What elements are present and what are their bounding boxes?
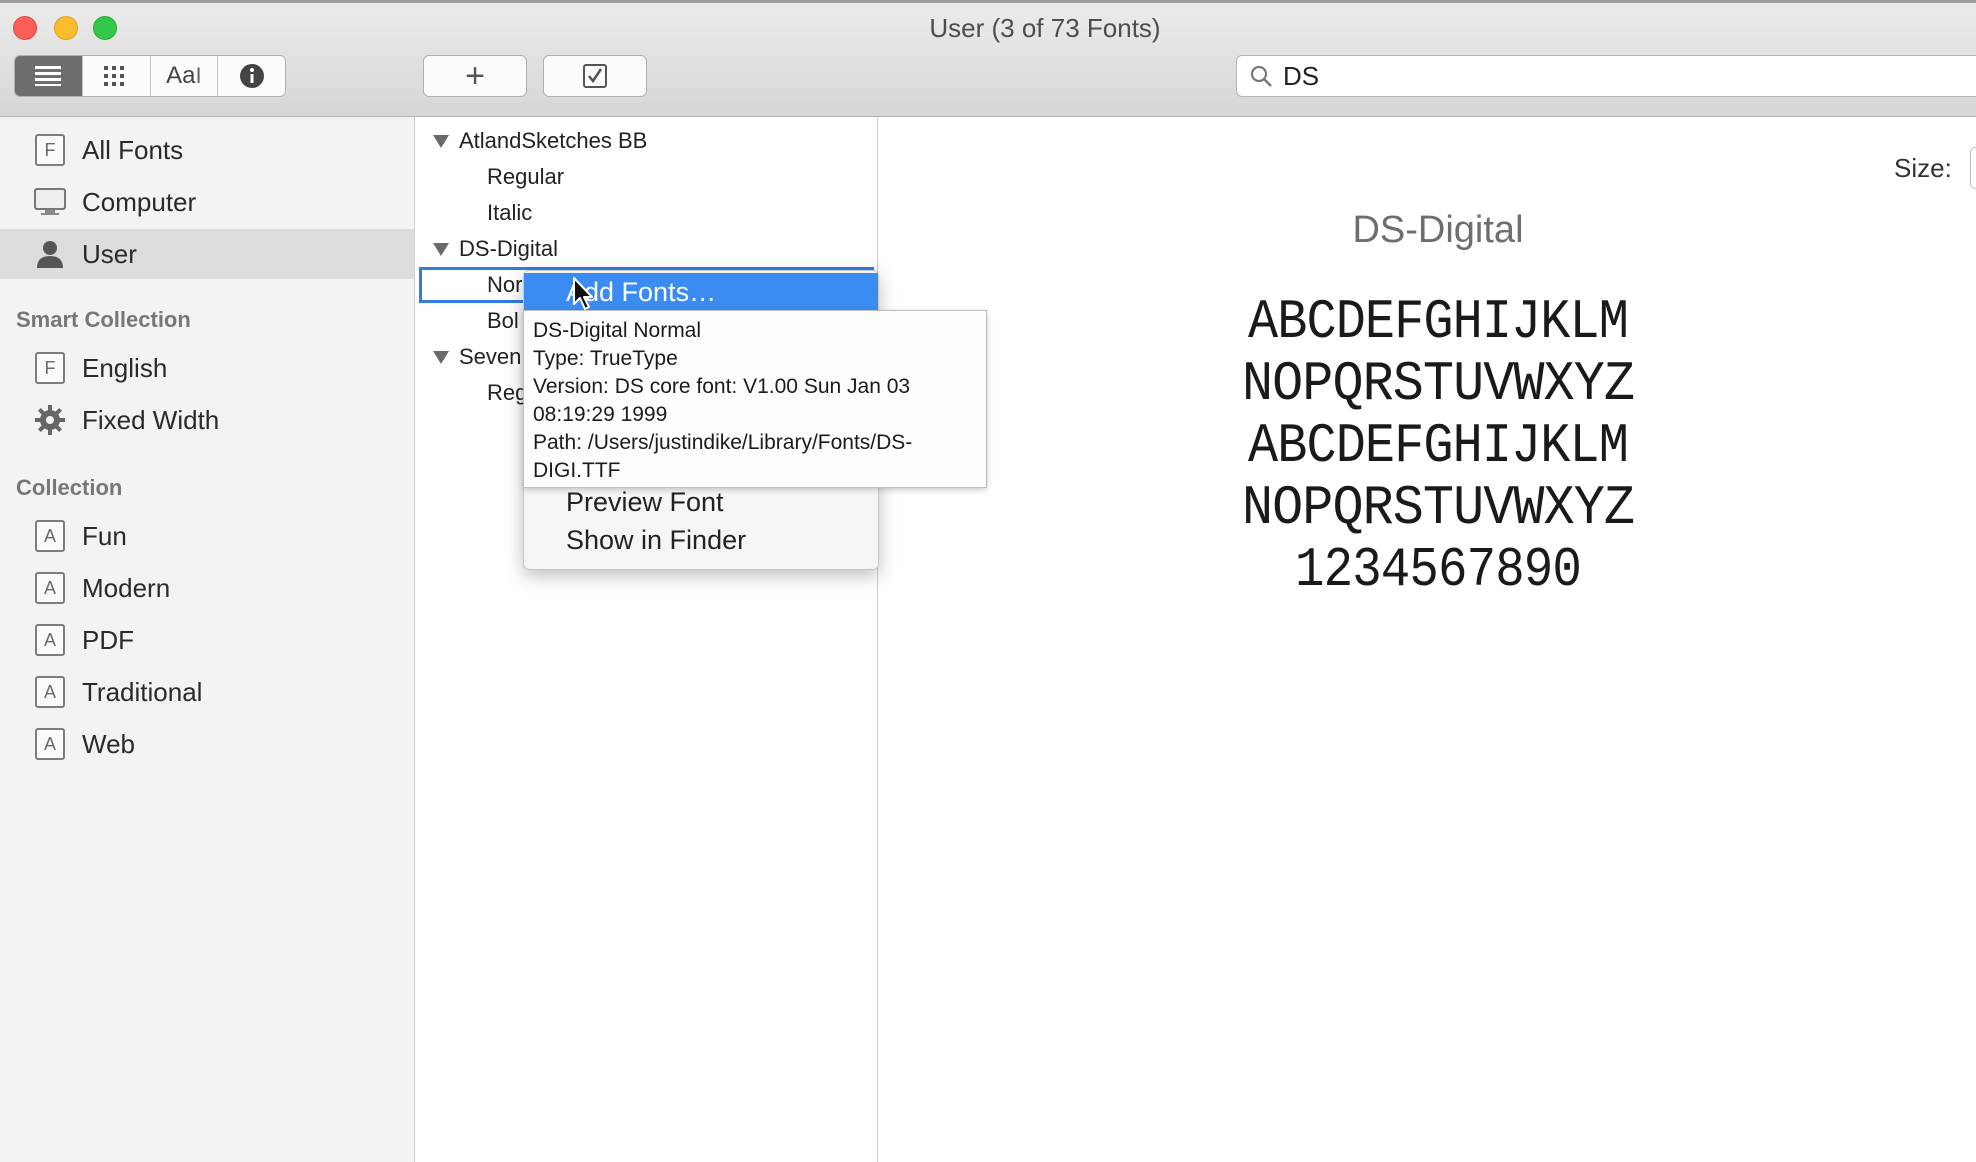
sidebar-item-label: PDF xyxy=(82,624,134,655)
sidebar-item-user[interactable]: User xyxy=(0,229,414,279)
font-style-name: Italic xyxy=(487,200,533,225)
tooltip-line: 08:19:29 1999 xyxy=(533,403,668,426)
window-top-edge xyxy=(0,0,1976,3)
sidebar-item-pdf[interactable]: A PDF xyxy=(0,615,414,665)
add-fonts-button[interactable]: + xyxy=(423,55,527,97)
sidebar-item-label: English xyxy=(82,352,168,383)
smart-collection-header: Smart Collection xyxy=(16,307,191,332)
plus-icon: + xyxy=(465,56,485,95)
sidebar-item-fixed-width[interactable]: Fixed Width xyxy=(0,395,414,445)
view-mode-segmented-control: Aa I xyxy=(14,55,286,97)
sidebar-item-label: Traditional xyxy=(82,676,203,707)
mouse-cursor-icon xyxy=(573,277,593,310)
collection-icon: A xyxy=(34,676,66,708)
preview-sample-glyphs: ABCDEFGHIJKLM NOPQRSTUVWXYZ ABCDEFGHIJKL… xyxy=(1242,290,1635,602)
sidebar-item-label: All Fonts xyxy=(82,134,184,165)
menu-item-show-in-finder[interactable]: Show in Finder xyxy=(524,521,878,559)
disclosure-triangle-icon[interactable] xyxy=(433,242,449,256)
sidebar: F All Fonts Computer User Smart Collecti… xyxy=(0,117,415,1162)
tooltip-line: Version: DS core font: V1.00 Sun Jan 03 xyxy=(533,375,911,398)
font-family-name: Seven xyxy=(459,344,522,369)
info-view-button[interactable] xyxy=(218,56,285,96)
sample-line: NOPQRSTUVWXYZ xyxy=(1242,352,1634,416)
tooltip-line: DS-Digital Normal xyxy=(533,319,702,342)
sample-line: NOPQRSTUVWXYZ xyxy=(1242,476,1634,540)
sidebar-item-computer[interactable]: Computer xyxy=(0,177,414,227)
preview-font-name: DS-Digital xyxy=(1352,209,1524,251)
collection-header: Collection xyxy=(16,475,123,500)
info-icon xyxy=(239,64,264,88)
tooltip-line: Path: /Users/justindike/Library/Fonts/DS… xyxy=(533,431,913,454)
collection-icon: A xyxy=(34,572,66,604)
computer-icon xyxy=(34,186,66,218)
sidebar-item-modern[interactable]: A Modern xyxy=(0,563,414,613)
sidebar-item-label: Computer xyxy=(82,186,197,217)
sample-line: 1234567890 xyxy=(1295,538,1581,602)
gear-icon xyxy=(34,404,66,436)
disclosure-triangle-icon[interactable] xyxy=(433,350,449,364)
collection-icon: A xyxy=(34,520,66,552)
text-cursor-icon: I xyxy=(195,63,202,88)
tooltip-line: DIGI.TTF xyxy=(533,459,621,482)
sidebar-item-web[interactable]: A Web xyxy=(0,719,414,769)
font-family-row[interactable]: DS-Digital xyxy=(415,231,877,267)
font-preview-pane: Size: DS-Digital ABCDEFGHIJKLM NOPQRSTUV… xyxy=(878,117,1976,1162)
font-family-row[interactable]: AtlandSketches BB xyxy=(415,123,877,159)
sidebar-item-fun[interactable]: A Fun xyxy=(0,511,414,561)
validate-fonts-button[interactable] xyxy=(543,55,647,97)
font-style-row[interactable]: Italic xyxy=(415,195,877,231)
sidebar-item-label: Fixed Width xyxy=(82,404,220,435)
list-icon xyxy=(35,66,62,86)
collection-icon: A xyxy=(34,624,66,656)
font-family-name: AtlandSketches BB xyxy=(459,128,648,153)
font-style-name: Reg xyxy=(487,380,528,405)
grid-icon xyxy=(104,66,125,86)
sample-line: ABCDEFGHIJKLM xyxy=(1248,290,1628,354)
font-style-name: Nor xyxy=(487,272,523,297)
sidebar-item-english[interactable]: F English xyxy=(0,343,414,393)
font-style-name: Bol xyxy=(487,308,519,333)
sample-line: ABCDEFGHIJKLM xyxy=(1248,414,1628,478)
window-title: User (3 of 73 Fonts) xyxy=(929,13,1161,43)
font-style-name: Regular xyxy=(487,164,565,189)
font-family-name: DS-Digital xyxy=(459,236,559,261)
sidebar-item-label: Modern xyxy=(82,572,171,603)
collection-icon: A xyxy=(34,728,66,760)
font-box-icon: F xyxy=(34,134,66,166)
list-view-button[interactable] xyxy=(15,56,83,96)
font-info-tooltip: DS-Digital Normal Type: TrueType Version… xyxy=(523,310,987,488)
sidebar-item-label: User xyxy=(82,238,137,269)
grid-view-button[interactable] xyxy=(83,56,151,96)
sidebar-item-traditional[interactable]: A Traditional xyxy=(0,667,414,717)
sidebar-item-all-fonts[interactable]: F All Fonts xyxy=(0,125,414,175)
sidebar-item-label: Fun xyxy=(82,520,127,551)
sample-text-icon: Aa xyxy=(166,62,196,89)
search-field[interactable] xyxy=(1236,55,1976,97)
menu-item-preview-font[interactable]: Preview Font xyxy=(524,483,878,521)
checkbox-icon xyxy=(583,64,607,88)
size-label: Size: xyxy=(1894,153,1952,183)
user-icon xyxy=(34,238,66,270)
sidebar-item-label: Web xyxy=(82,728,135,759)
sample-view-button[interactable]: Aa I xyxy=(151,56,219,96)
disclosure-triangle-icon[interactable] xyxy=(433,134,449,148)
window-toolbar: User (3 of 73 Fonts) Aa I + DS xyxy=(0,0,1976,117)
font-box-icon: F xyxy=(34,352,66,384)
size-field[interactable] xyxy=(1970,147,1976,189)
tooltip-line: Type: TrueType xyxy=(533,347,678,370)
search-input[interactable] xyxy=(1281,59,1885,93)
font-style-row[interactable]: Regular xyxy=(415,159,877,195)
search-icon xyxy=(1249,63,1275,89)
